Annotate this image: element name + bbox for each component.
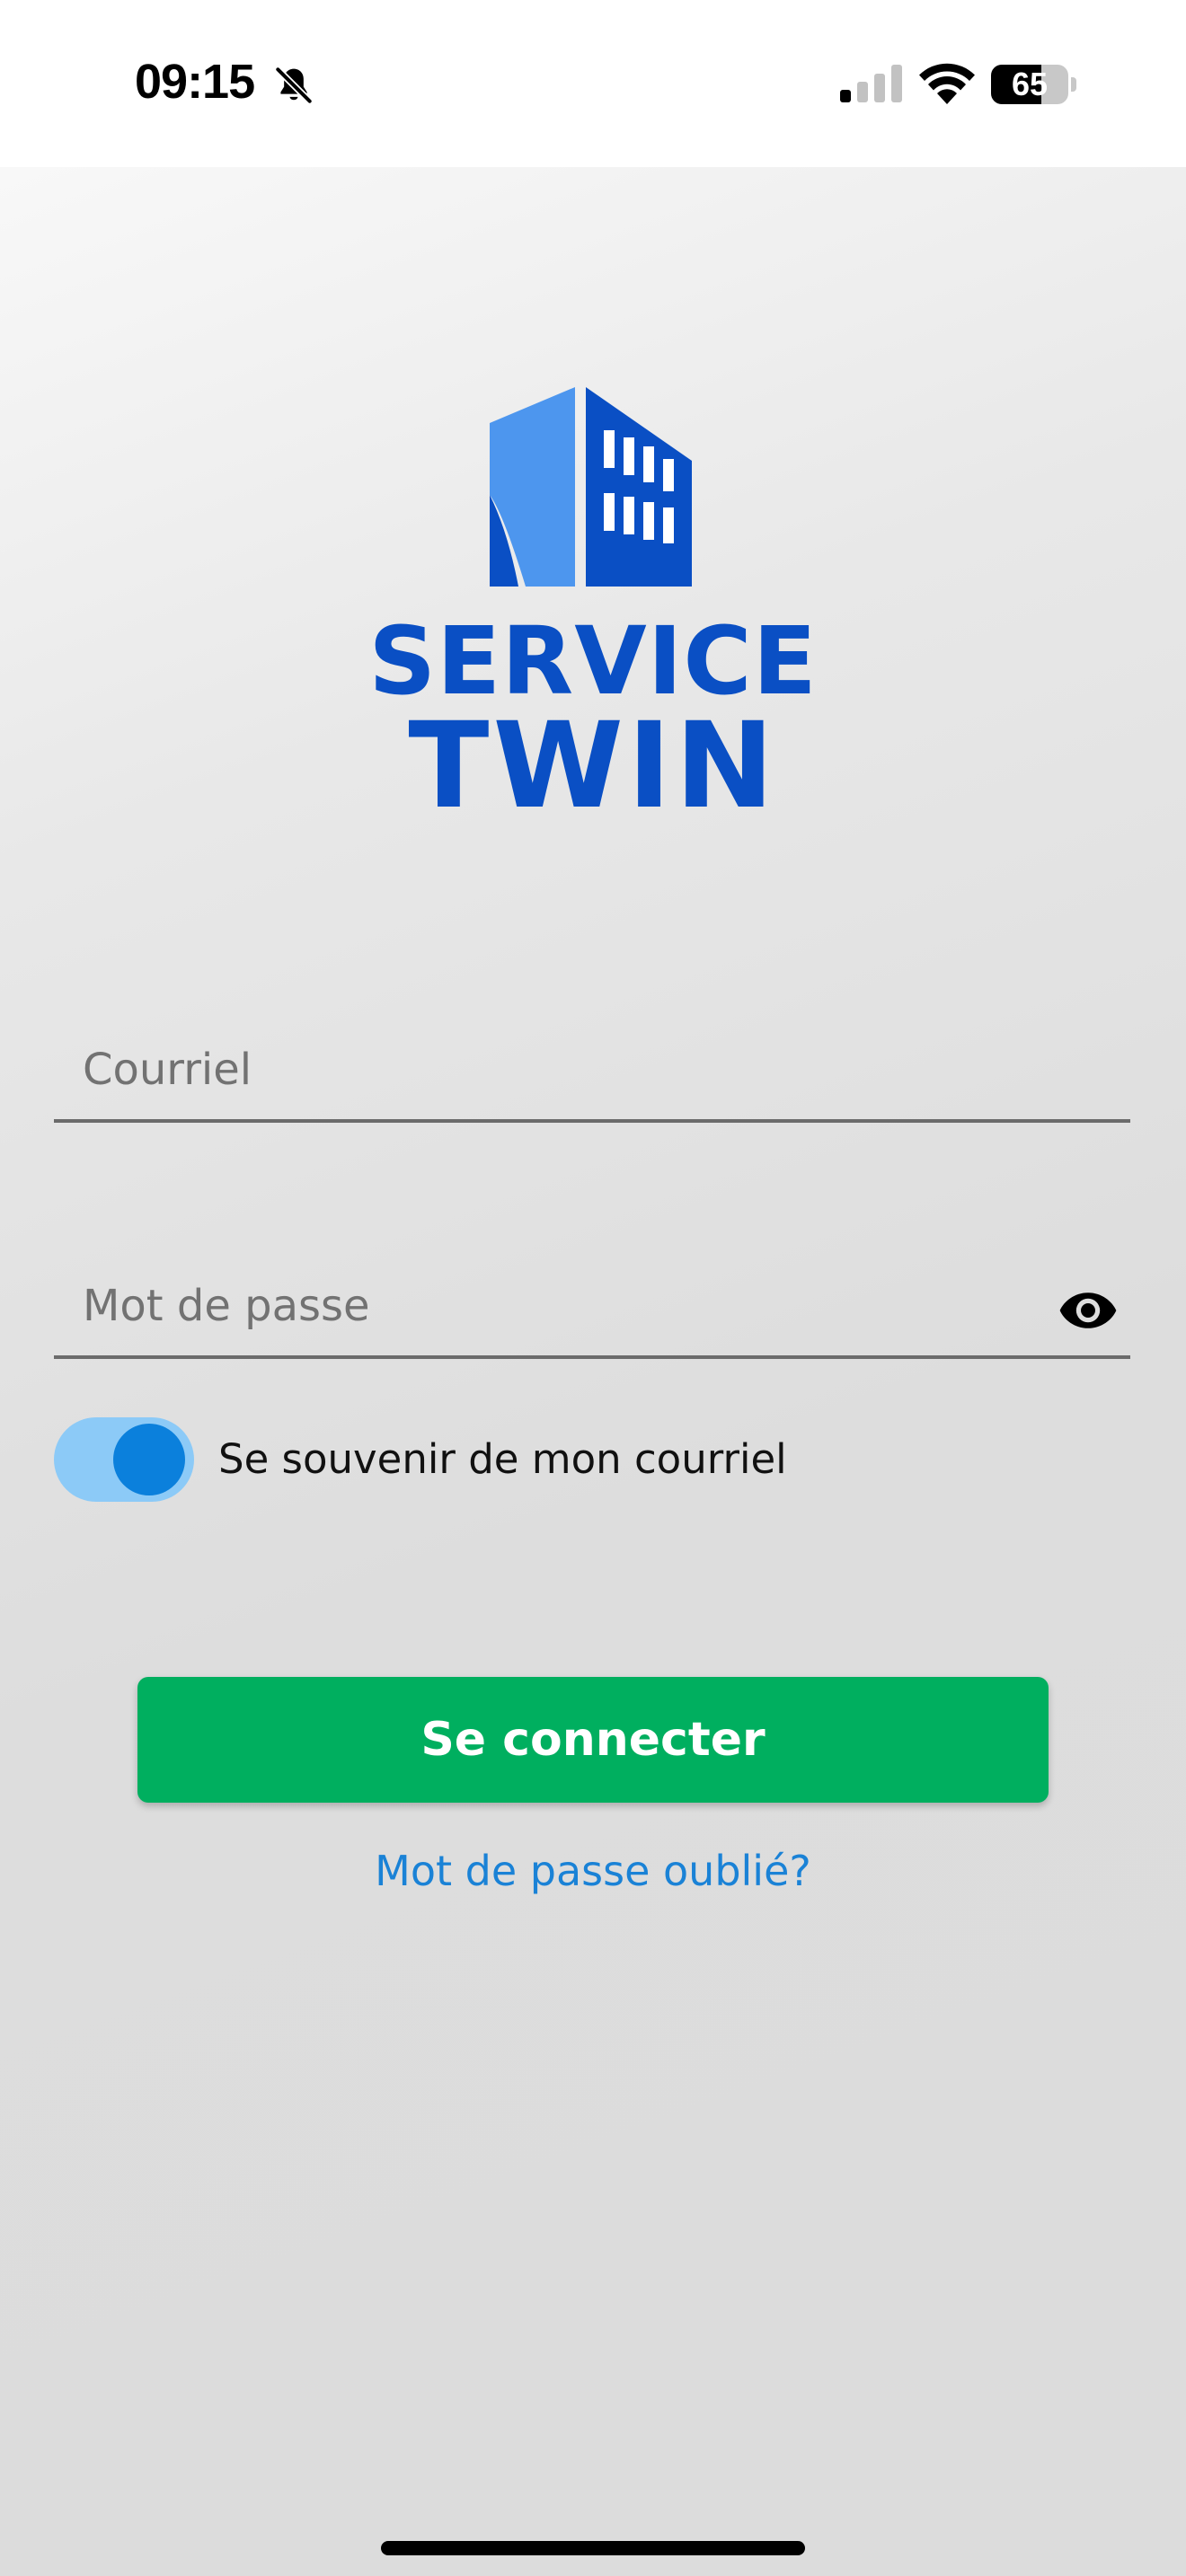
eye-icon[interactable] — [1058, 1289, 1118, 1332]
password-field-container — [54, 1230, 1130, 1359]
battery-icon: 65 — [991, 65, 1077, 104]
forgot-password-link[interactable]: Mot de passe oublié? — [279, 1847, 907, 1895]
remember-email-toggle[interactable] — [54, 1417, 194, 1502]
logo-line-1: SERVICE — [368, 606, 818, 716]
battery-body: 65 — [991, 65, 1068, 104]
remember-email-label: Se souvenir de mon courriel — [218, 1435, 787, 1483]
battery-tip — [1071, 77, 1076, 92]
wifi-icon — [919, 63, 975, 104]
email-field-container — [54, 993, 1130, 1123]
building-logo-icon — [490, 387, 692, 587]
login-button[interactable]: Se connecter — [137, 1677, 1049, 1803]
email-field[interactable] — [83, 1038, 1026, 1101]
home-indicator[interactable] — [381, 2541, 805, 2555]
service-twin-logo: SERVICE TWIN — [350, 387, 836, 825]
battery-level: 65 — [1011, 66, 1049, 102]
cellular-signal-icon — [840, 65, 902, 102]
status-bar: 09:15 65 — [0, 0, 1186, 167]
password-field[interactable] — [83, 1275, 1026, 1337]
remember-email-row: Se souvenir de mon courriel — [54, 1416, 952, 1505]
logo-line-2: TWIN — [408, 697, 778, 835]
toggle-thumb — [113, 1424, 185, 1495]
status-time: 09:15 — [135, 55, 255, 109]
bell-slash-icon — [274, 66, 314, 105]
login-screen: SERVICE TWIN Se souvenir de mon courriel… — [0, 167, 1186, 2576]
